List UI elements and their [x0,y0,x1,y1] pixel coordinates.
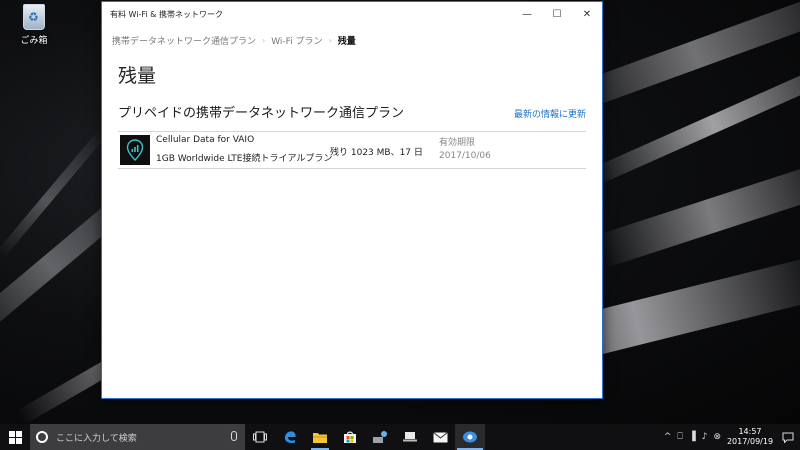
plan-description: 1GB Worldwide LTE接続トライアルプラン [156,154,333,164]
mail-icon [432,431,448,442]
search-placeholder: ここに入力して検索 [56,433,137,444]
volume-icon[interactable]: ♪ [699,432,711,442]
breadcrumb-separator: › [262,36,266,45]
plan-remaining: 残り 1023 MB、17 日 [330,148,423,158]
ime-icon[interactable]: ⊗ [710,432,724,442]
network-status-icon[interactable]: ⎕ [674,432,685,442]
data-plan-icon [463,431,477,443]
cortana-icon[interactable] [36,431,48,443]
breadcrumb-separator: › [328,36,332,45]
recycle-bin-icon [23,4,45,30]
recycle-bin[interactable]: ごみ箱 [14,4,54,46]
taskbar-laptop-app[interactable] [395,424,425,450]
edge-icon [285,431,296,443]
taskbar-data-plan-app[interactable] [455,424,485,450]
taskbar-network-app[interactable] [365,424,395,450]
refresh-link[interactable]: 最新の情報に更新 [514,107,586,120]
task-view-button[interactable] [245,424,275,450]
notification-icon [782,432,794,443]
taskbar-edge[interactable] [275,424,305,450]
plan-expiry-date: 2017/10/06 [439,151,491,161]
breadcrumb-item-cellular-plans[interactable]: 携帯データネットワーク通信プラン [112,34,262,47]
window-controls: — ☐ ✕ [512,2,602,26]
microphone-icon[interactable] [231,431,237,441]
section-header: プリペイドの携帯データネットワーク通信プラン 最新の情報に更新 [118,102,586,121]
window-titlebar[interactable]: 有料 Wi-Fi & 携帯ネットワーク — ☐ ✕ [102,2,602,26]
window-title: 有料 Wi-Fi & 携帯ネットワーク [110,9,223,19]
taskbar-mail[interactable] [425,424,455,450]
show-hidden-icons-chevron-icon[interactable]: ^ [661,432,675,442]
location-pin-icon [126,139,144,161]
minimize-button[interactable]: — [512,2,542,26]
cellular-signal-icon[interactable]: ▐ [686,432,699,442]
system-tray: ^ ⎕ ▐ ♪ ⊗ 14:57 2017/09/19 [661,424,800,450]
breadcrumb-item-wifi-plans[interactable]: Wi-Fi プラン [271,34,328,47]
plan-list-item[interactable]: Cellular Data for VAIO 1GB Worldwide LTE… [118,131,586,169]
windows-logo-icon [8,430,22,444]
app-window: 有料 Wi-Fi & 携帯ネットワーク — ☐ ✕ 携帯データネットワーク通信プ… [101,1,603,399]
taskbar: ここに入力して検索 ^ ⎕ ▐ ♪ ⊗ 14:57 2017/09/19 [0,424,800,450]
laptop-icon [403,432,417,442]
section-title: プリペイドの携帯データネットワーク通信プラン [118,106,405,121]
taskbar-search-box[interactable]: ここに入力して検索 [30,424,245,450]
recycle-bin-label: ごみ箱 [20,36,48,46]
breadcrumb-item-remaining: 残量 [337,37,356,47]
taskbar-file-explorer[interactable] [305,424,335,450]
close-button[interactable]: ✕ [572,2,602,26]
store-icon [344,431,356,443]
plan-expiry-label: 有効期限 [439,138,476,148]
file-explorer-icon [313,432,327,443]
page-title: 残量 [118,65,157,87]
taskbar-store[interactable] [335,424,365,450]
network-app-icon [373,431,387,443]
action-center-icon[interactable] [776,424,800,450]
plan-name: Cellular Data for VAIO [156,135,255,145]
start-button[interactable] [0,424,30,450]
clock-date: 2017/09/19 [726,437,774,446]
breadcrumb: 携帯データネットワーク通信プラン › Wi-Fi プラン › 残量 [112,34,602,47]
clock-time: 14:57 [738,427,762,436]
task-view-icon [253,431,267,443]
taskbar-clock[interactable]: 14:57 2017/09/19 [724,427,776,447]
plan-logo-icon [120,135,150,165]
maximize-button[interactable]: ☐ [542,2,572,26]
